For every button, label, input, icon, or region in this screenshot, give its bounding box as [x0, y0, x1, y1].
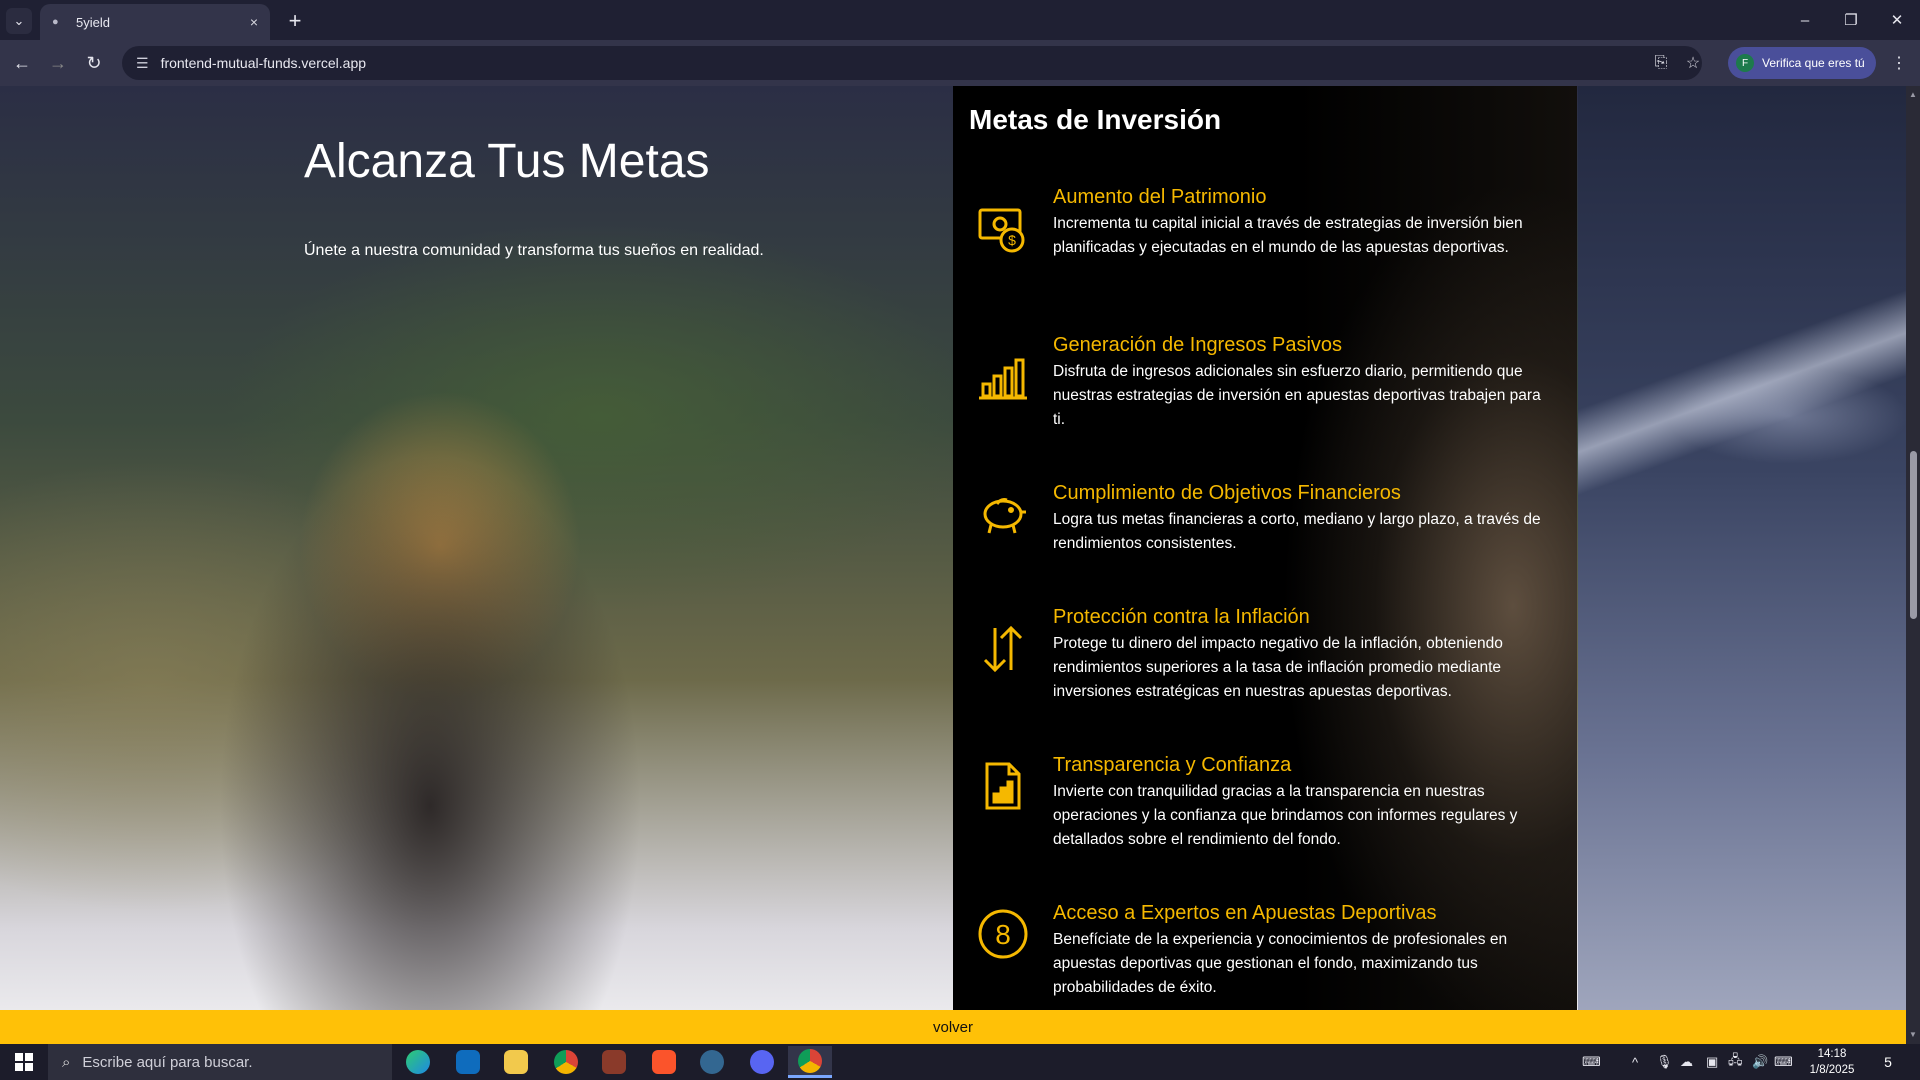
keyboard-layout-icon[interactable]: ⌨ [1582, 1044, 1601, 1080]
number-eight-icon: 8 [978, 909, 1028, 959]
clock-date: 1/8/2025 [1809, 1064, 1855, 1076]
site-info-icon[interactable]: ☰ [136, 55, 149, 72]
tab-favicon-icon: ● [52, 16, 59, 28]
browser-toolbar: ← → ↻ ☰ frontend-mutual-funds.vercel.app… [0, 40, 1920, 86]
browser-menu-icon[interactable]: ⋮ [1884, 48, 1914, 78]
profile-button[interactable]: F Verifica que eres tú [1728, 47, 1876, 79]
goal-title: Protección contra la Inflación [1053, 606, 1310, 628]
input-method-icon[interactable]: ⌨ [1774, 1044, 1793, 1080]
goal-title: Acceso a Expertos en Apuestas Deportivas [1053, 902, 1437, 924]
file-explorer-icon[interactable] [494, 1046, 538, 1078]
piggy-bank-icon [983, 498, 1026, 534]
brave-icon[interactable] [642, 1046, 686, 1078]
arrows-up-down-icon [983, 625, 1023, 673]
restore-button[interactable]: ❐ [1828, 6, 1874, 34]
goal-title: Generación de Ingresos Pasivos [1053, 334, 1343, 356]
browser-tabstrip: ⌄ ● 5yield × + – ❐ ✕ [0, 0, 1920, 40]
search-icon: ⌕ [62, 1053, 71, 1071]
goal-description: Logra tus metas financieras a corto, med… [1053, 511, 1541, 552]
goal-description: Incrementa tu capital inicial a través d… [1053, 215, 1523, 256]
volver-button[interactable]: volver [0, 1010, 1906, 1044]
postgres-icon[interactable] [690, 1046, 734, 1078]
goal-description: Protege tu dinero del impacto negativo d… [1053, 635, 1503, 700]
hero-title: Alcanza Tus Metas [304, 135, 710, 188]
outlook-icon[interactable] [446, 1046, 490, 1078]
tab-title: 5yield [76, 14, 110, 30]
taskbar: ⌕ Escribe aquí para buscar. ⌨ ^ 🎙 ☁ ▣ 🖧 … [0, 1044, 1920, 1080]
goal-description: Benefíciate de la experiencia y conocimi… [1053, 931, 1508, 996]
profile-label: Verifica que eres tú [1762, 56, 1865, 70]
report-icon [985, 762, 1021, 810]
money-icon: $ [978, 208, 1025, 253]
notification-center-icon[interactable]: 5 [1876, 1050, 1900, 1074]
investment-goals-panel: Metas de Inversión $ Aumento del Patrimo… [953, 86, 1577, 1010]
chrome-icon[interactable] [544, 1046, 588, 1078]
discord-icon[interactable] [740, 1046, 784, 1078]
address-bar[interactable]: ☰ frontend-mutual-funds.vercel.app [122, 46, 1702, 80]
close-window-button[interactable]: ✕ [1874, 6, 1920, 34]
tab-search-button[interactable]: ⌄ [6, 8, 32, 34]
taskbar-search-input[interactable]: ⌕ Escribe aquí para buscar. [48, 1044, 392, 1080]
game-app-icon[interactable] [592, 1046, 636, 1078]
microphone-icon[interactable]: 🎙 [1656, 1044, 1673, 1080]
scroll-thumb[interactable] [1910, 451, 1917, 619]
tab-close-icon[interactable]: × [250, 14, 258, 30]
bookmark-star-icon[interactable]: ☆ [1678, 48, 1708, 78]
reload-icon[interactable]: ↻ [80, 49, 108, 77]
windows-start-icon[interactable] [0, 1044, 48, 1080]
bar-chart-icon [979, 358, 1027, 400]
hero-subtitle: Únete a nuestra comunidad y transforma t… [304, 242, 764, 259]
minimize-button[interactable]: – [1782, 6, 1828, 34]
background-image-right [1578, 86, 1906, 1044]
edge-icon[interactable] [396, 1046, 440, 1078]
avatar: F [1736, 54, 1754, 72]
svg-text:$: $ [1008, 232, 1016, 248]
notification-count: 5 [1884, 1054, 1892, 1070]
device-icon[interactable]: ▣ [1706, 1044, 1718, 1080]
chrome-profile-icon[interactable] [788, 1046, 832, 1078]
goal-title: Aumento del Patrimonio [1053, 186, 1267, 208]
back-arrow-icon[interactable]: ← [8, 49, 36, 77]
page-scrollbar[interactable]: ▲ ▼ [1906, 86, 1920, 1044]
clock-time: 14:18 [1817, 1048, 1847, 1060]
translate-icon[interactable]: ⎘ [1646, 48, 1676, 78]
url-text: frontend-mutual-funds.vercel.app [160, 55, 367, 71]
taskbar-clock[interactable]: 14:18 1/8/2025 [1800, 1046, 1864, 1078]
onedrive-icon[interactable]: ☁ [1680, 1044, 1693, 1080]
network-icon[interactable]: 🖧 [1728, 1044, 1743, 1080]
goal-description: Invierte con tranquilidad gracias a la t… [1053, 783, 1518, 848]
page-viewport: Alcanza Tus Metas Únete a nuestra comuni… [0, 86, 1906, 1044]
svg-text:8: 8 [995, 919, 1011, 950]
browser-tab[interactable]: ● 5yield × [40, 4, 270, 40]
goal-description: Disfruta de ingresos adicionales sin esf… [1053, 363, 1541, 428]
scroll-up-icon[interactable]: ▲ [1909, 90, 1917, 99]
forward-arrow-icon[interactable]: → [44, 49, 72, 77]
scroll-down-icon[interactable]: ▼ [1909, 1030, 1917, 1039]
goals-title: Metas de Inversión [969, 104, 1222, 135]
volume-icon[interactable]: 🔊 [1752, 1044, 1768, 1080]
goal-title: Transparencia y Confianza [1053, 754, 1292, 776]
new-tab-button[interactable]: + [282, 8, 308, 34]
search-placeholder: Escribe aquí para buscar. [82, 1053, 253, 1071]
show-hidden-icons-icon[interactable]: ^ [1632, 1044, 1638, 1080]
goal-title: Cumplimiento de Objetivos Financieros [1053, 482, 1401, 504]
